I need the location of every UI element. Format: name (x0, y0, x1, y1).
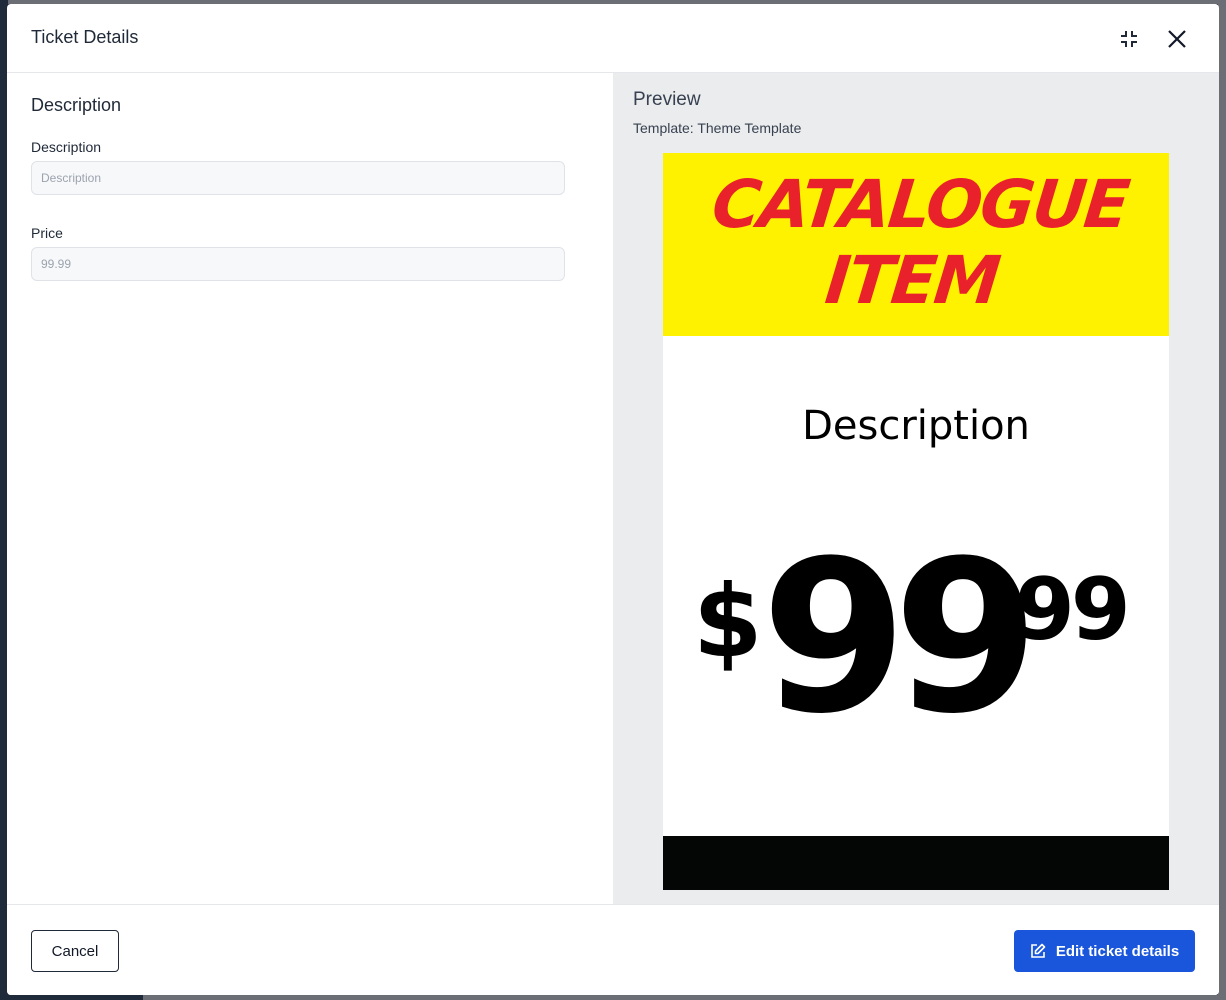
cancel-button[interactable]: Cancel (31, 930, 119, 972)
banner-text: CATALOGUE ITEM (663, 166, 1169, 319)
banner-line-1: CATALOGUE (708, 166, 1132, 243)
price-label: Price (31, 225, 63, 241)
modal-footer: Cancel Edit ticket details (7, 904, 1219, 995)
price-cents: 99 (1015, 560, 1131, 660)
edit-icon (1031, 943, 1046, 958)
compress-icon (1121, 31, 1137, 47)
edit-button-label: Edit ticket details (1055, 942, 1180, 960)
description-input[interactable] (31, 161, 565, 195)
price-symbol: $ (693, 563, 763, 680)
ticket-preview: CATALOGUE ITEM Description $ 99 99 (663, 153, 1169, 890)
banner-line-2: ITEM (821, 242, 1003, 319)
form-pane: Description Description Price (7, 73, 613, 905)
background-app-right (1218, 0, 1226, 1000)
ticket-details-modal: Ticket Details Description Description P… (7, 4, 1219, 995)
preview-title: Preview (633, 89, 701, 110)
ticket-banner: CATALOGUE ITEM (663, 153, 1169, 336)
section-title: Description (31, 95, 122, 115)
ticket-price: $ 99 99 (663, 533, 1169, 773)
ticket-description: Description (802, 403, 1030, 449)
price-input[interactable] (31, 247, 565, 281)
compress-button[interactable] (1114, 24, 1144, 54)
background-app-bottom (0, 995, 1226, 1000)
edit-ticket-details-button[interactable]: Edit ticket details (1014, 930, 1195, 972)
preview-pane: Preview Template: Theme Template CATALOG… (613, 73, 1219, 905)
description-label: Description (31, 139, 102, 155)
ticket-footer-bar (663, 836, 1169, 890)
modal-header: Ticket Details (7, 4, 1219, 73)
template-label: Template: Theme Template (633, 120, 802, 136)
close-icon (1168, 30, 1186, 48)
price-whole: 99 (761, 515, 1039, 760)
close-button[interactable] (1162, 24, 1192, 54)
modal-title: Ticket Details (31, 27, 139, 47)
